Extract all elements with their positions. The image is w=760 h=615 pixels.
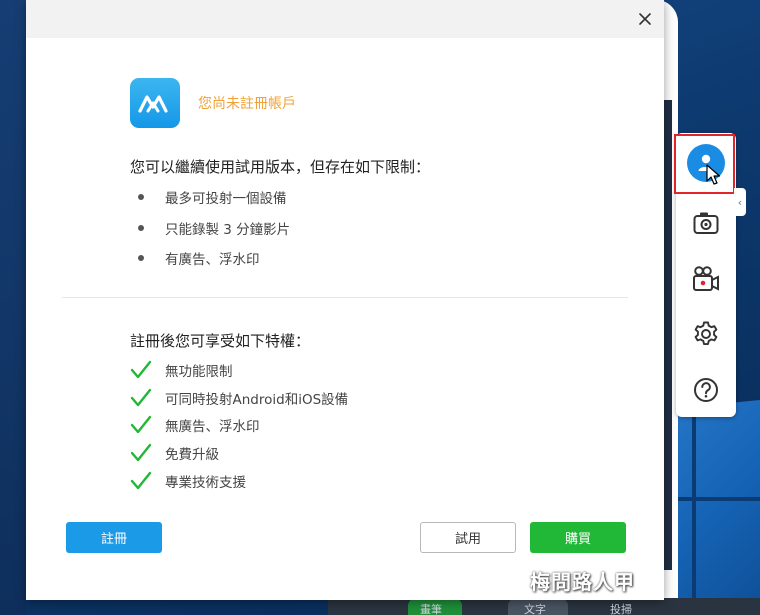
benefit-item: 免費升級 [130,442,219,464]
collapse-toolbar-tab[interactable]: ‹ [734,188,746,216]
checkmark-icon [130,388,152,407]
bullet-icon [138,225,144,231]
chevron-left-icon: ‹ [737,195,743,209]
buy-button[interactable]: 購買 [530,522,626,553]
limitation-item: 只能錄製 3 分鐘影片 [130,218,290,238]
bullet-icon [138,194,144,200]
benefit-label: 無廣告、浮水印 [165,419,260,435]
limitation-label: 只能錄製 3 分鐘影片 [165,222,291,238]
record-video-icon [693,266,719,291]
checkmark-icon [130,360,152,379]
bullet-icon [138,255,144,261]
app-logo [130,78,180,128]
trial-button[interactable]: 試用 [420,522,516,553]
account-highlight-box [674,134,735,194]
limitation-item: 有廣告、浮水印 [130,248,260,268]
app-logo-icon [138,95,168,113]
benefit-item: 無功能限制 [130,359,233,381]
benefit-label: 專業技術支援 [165,475,246,491]
checkmark-icon [130,415,152,434]
watermark-text: 梅問路人甲 [530,570,635,594]
benefit-label: 可同時投射Android和iOS設備 [165,392,349,408]
screenshot-camera-icon [693,212,719,234]
account-status-text: 您尚未註冊帳戶 [198,96,296,112]
account-dialog: 您尚未註冊帳戶 您可以繼續使用試用版本，但存在如下限制： 最多可投射一個設備 只… [26,0,664,600]
bar-label: 投掃 [610,603,632,615]
trial-limitations-heading: 您可以繼續使用試用版本，但存在如下限制： [130,158,431,176]
checkmark-icon [130,471,152,490]
limitation-label: 最多可投射一個設備 [165,191,287,207]
limitation-item: 最多可投射一個設備 [130,187,287,207]
mouse-cursor-icon [706,164,721,185]
record-button[interactable] [686,259,726,299]
settings-button[interactable] [686,314,726,354]
close-icon[interactable] [638,12,652,26]
benefit-item: 專業技術支援 [130,470,246,492]
dialog-header [26,0,664,38]
bar-label: 文字 [524,603,546,615]
bar-label: 畫筆 [420,603,442,615]
mirror-bottom-bar: 畫筆 文字 投掃 [328,598,760,615]
checkmark-icon [130,443,152,462]
benefit-item: 無廣告、浮水印 [130,414,260,436]
help-icon [694,378,718,402]
help-button[interactable] [686,370,726,410]
benefit-label: 無功能限制 [165,364,233,380]
benefit-item: 可同時投射Android和iOS設備 [130,387,348,409]
desktop-left-strip [0,0,26,615]
screenshot-button[interactable] [686,203,726,243]
section-divider [62,297,628,298]
benefit-label: 免費升級 [165,447,219,463]
benefits-heading: 註冊後您可享受如下特權： [130,332,311,350]
register-button[interactable]: 註冊 [66,522,162,553]
wallpaper-divider [692,410,696,615]
limitation-label: 有廣告、浮水印 [165,252,260,268]
settings-gear-icon [694,321,718,346]
